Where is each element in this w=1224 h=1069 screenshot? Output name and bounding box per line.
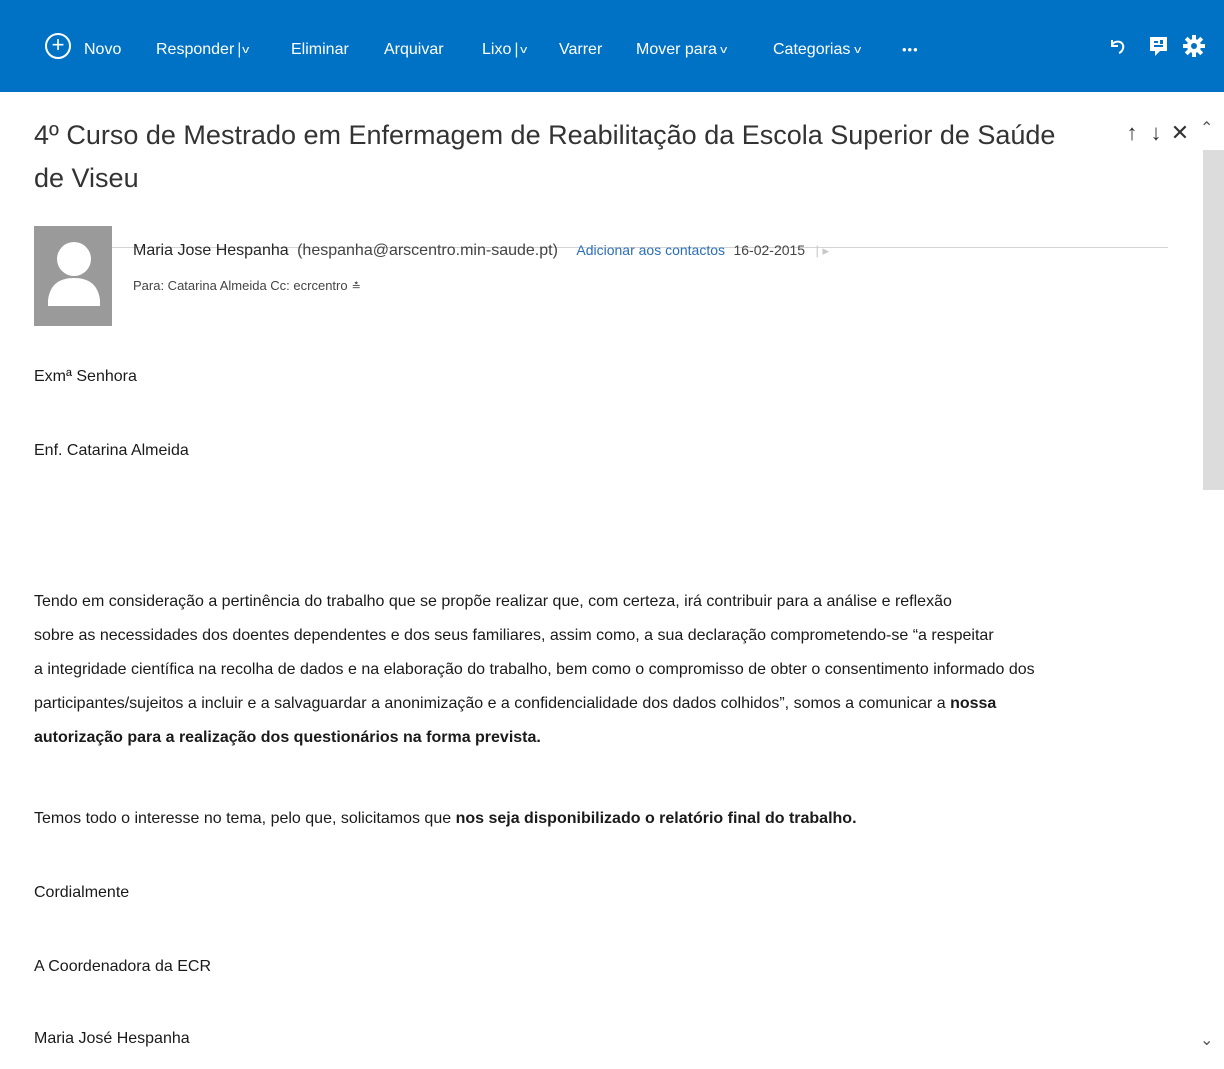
paragraph-line: a integridade científica na recolha de d… (34, 661, 1035, 678)
feedback-icon[interactable] (1147, 34, 1171, 58)
message-nav: ↑ ↓ ✕ (1120, 120, 1192, 146)
chevron-down-icon: v (720, 44, 728, 56)
bold-text: nossa (950, 695, 997, 712)
message-subject: 4º Curso de Mestrado em Enfermagem de Re… (34, 120, 1056, 193)
scrollbar-thumb[interactable] (1203, 150, 1224, 490)
body-paragraph-1: Tendo em consideração a pertinência do t… (34, 585, 1174, 755)
archive-button[interactable]: Arquivar (384, 40, 444, 60)
categories-label: Categorias (773, 41, 851, 58)
separator: | (237, 41, 242, 58)
junk-chevron-icon[interactable]: v (520, 40, 527, 60)
expand-recipients-icon[interactable]: ≛ (352, 281, 361, 293)
signature-role: A Coordenadora da ECR (34, 958, 211, 975)
new-button[interactable]: Novo (84, 40, 121, 60)
closing: Cordialmente (34, 884, 130, 901)
paragraph-line: Tendo em consideração a pertinência do t… (34, 593, 952, 610)
scroll-up-icon[interactable]: ⌃ (1200, 118, 1213, 138)
flag-icon[interactable]: | ▸ (816, 243, 830, 258)
paragraph-line: autorização para a realização dos questi… (34, 721, 1174, 755)
paragraph-text: Temos todo o interesse no tema, pelo que… (34, 810, 456, 827)
sender-line: Maria Jose Hespanha (hespanha@arscentro.… (133, 242, 829, 260)
avatar (34, 226, 112, 326)
bold-text: autorização para a realização dos questi… (34, 729, 541, 746)
previous-message-icon[interactable]: ↑ (1120, 120, 1144, 146)
command-bar: + Novo Responder |v Eliminar Arquivar Lix… (0, 0, 1224, 92)
paragraph-line: participantes/sujeitos a incluir e a sal… (34, 687, 1174, 721)
more-button[interactable]: ••• (902, 40, 919, 60)
scroll-down-icon[interactable]: ⌄ (1200, 1030, 1213, 1050)
categories-button[interactable]: Categorias v (773, 40, 862, 60)
close-icon[interactable]: ✕ (1168, 120, 1192, 146)
sender-name[interactable]: Maria Jose Hespanha (133, 242, 289, 259)
recipients-line: Para: Catarina Almeida Cc: ecrcentro ≛ (133, 278, 361, 293)
move-to-button[interactable]: Mover para v (636, 40, 728, 60)
body-paragraph-2: Temos todo o interesse no tema, pelo que… (34, 810, 857, 828)
gear-icon[interactable] (1182, 34, 1206, 58)
chevron-down-icon: v (854, 44, 862, 56)
message-date: 16-02-2015 (733, 242, 806, 258)
sweep-button[interactable]: Varrer (559, 40, 602, 60)
junk-label: Lixo (482, 41, 512, 58)
signature-name: Maria José Hespanha (34, 1030, 190, 1047)
sender-email: (hespanha@arscentro.min-saude.pt) (297, 242, 558, 259)
reply-button[interactable]: Responder |v (156, 40, 250, 60)
plus-circle-icon[interactable]: + (45, 33, 71, 59)
delete-button[interactable]: Eliminar (291, 40, 349, 60)
junk-button[interactable]: Lixo |v (482, 40, 527, 60)
reply-label: Responder (156, 41, 235, 58)
separator: | (514, 41, 519, 58)
next-message-icon[interactable]: ↓ (1144, 120, 1168, 146)
addressee: Enf. Catarina Almeida (34, 442, 189, 459)
add-to-contacts-link[interactable]: Adicionar aos contactos (576, 242, 725, 258)
greeting: Exmª Senhora (34, 368, 137, 385)
recipients-text: Para: Catarina Almeida Cc: ecrcentro (133, 278, 348, 293)
reply-chevron-icon[interactable]: v (243, 40, 250, 60)
person-icon (48, 242, 100, 306)
paragraph-line: sobre as necessidades dos doentes depend… (34, 627, 994, 644)
move-to-label: Mover para (636, 41, 717, 58)
paragraph-text: participantes/sujeitos a incluir e a sal… (34, 695, 951, 712)
bold-text: nos seja disponibilizado o relatório fin… (455, 810, 857, 827)
undo-icon[interactable] (1105, 34, 1129, 58)
